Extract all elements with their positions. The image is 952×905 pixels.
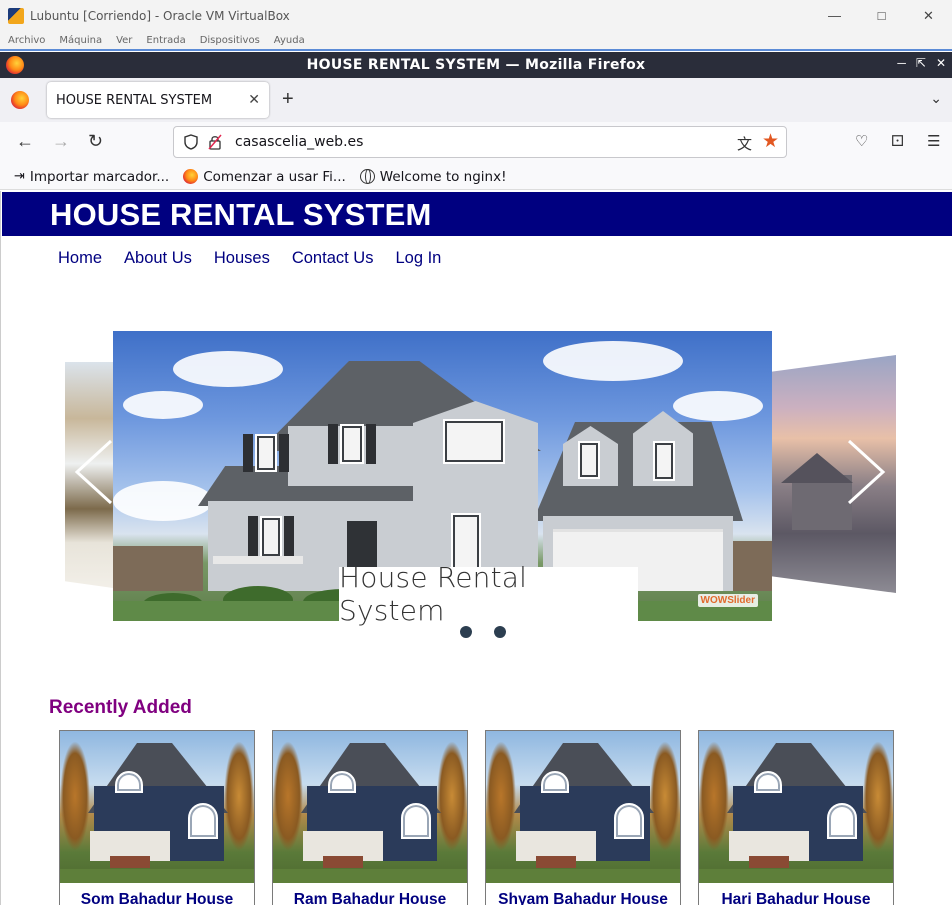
slider-bullet-1[interactable] xyxy=(460,626,472,638)
image-slider: WOWSlider House Rental System xyxy=(65,329,897,638)
bookmarks-toolbar: ⇥ Importar marcador... Comenzar a usar F… xyxy=(0,164,952,190)
nav-link-about[interactable]: About Us xyxy=(124,249,192,268)
slider-bullet-2[interactable] xyxy=(494,626,506,638)
firefox-navbar: ← → ↻ casascelia_web.es 文 ★ ♡ ⚀ ☰ xyxy=(0,122,952,164)
house-photo xyxy=(699,731,893,883)
menu-hamburger-icon[interactable]: ☰ xyxy=(927,132,940,150)
page-content: HOUSE RENTAL SYSTEM Home About Us Houses… xyxy=(0,191,952,905)
slide-caption-text: House Rental System xyxy=(339,561,528,627)
slider-next-arrow-icon[interactable] xyxy=(845,437,889,507)
minimize-icon[interactable]: — xyxy=(811,0,858,31)
bookmark-import[interactable]: ⇥ Importar marcador... xyxy=(14,169,169,185)
house-name[interactable]: Ram Bahadur House xyxy=(273,891,467,905)
tab-title: HOUSE RENTAL SYSTEM xyxy=(56,92,213,108)
nav-link-login[interactable]: Log In xyxy=(395,249,441,268)
site-header: HOUSE RENTAL SYSTEM xyxy=(2,192,952,236)
minimize-icon[interactable]: ─ xyxy=(897,56,906,70)
restore-icon[interactable]: ⇱ xyxy=(916,56,926,70)
back-icon[interactable]: ← xyxy=(16,131,34,152)
close-icon[interactable]: ✕ xyxy=(905,0,952,31)
vbox-menu-dispositivos[interactable]: Dispositivos xyxy=(200,35,260,46)
firefox-window-title: HOUSE RENTAL SYSTEM — Mozilla Firefox xyxy=(306,57,646,73)
recently-added-heading: Recently Added xyxy=(49,697,192,718)
vbox-menu-archivo[interactable]: Archivo xyxy=(8,35,45,46)
firefox-window-controls: ─ ⇱ ✕ xyxy=(897,56,946,70)
extensions-icon[interactable]: ⚀ xyxy=(891,132,904,150)
bookmark-nginx[interactable]: Welcome to nginx! xyxy=(359,168,507,185)
firefox-tabbar: HOUSE RENTAL SYSTEM ✕ + ⌄ xyxy=(0,78,952,122)
reload-icon[interactable]: ↻ xyxy=(88,131,103,152)
house-name[interactable]: Som Bahadur House xyxy=(60,891,254,905)
house-card[interactable]: Ram Bahadur House xyxy=(272,730,468,905)
house-name[interactable]: Shyam Bahadur House xyxy=(486,891,680,905)
house-card[interactable]: Som Bahadur House xyxy=(59,730,255,905)
vbox-window-title: Lubuntu [Corriendo] - Oracle VM VirtualB… xyxy=(30,8,290,23)
house-photo xyxy=(273,731,467,883)
virtualbox-icon xyxy=(8,7,24,24)
nav-link-home[interactable]: Home xyxy=(58,249,102,268)
house-name[interactable]: Hari Bahadur House xyxy=(699,891,893,905)
tab-house-rental[interactable]: HOUSE RENTAL SYSTEM ✕ xyxy=(47,82,269,118)
import-icon: ⇥ xyxy=(14,169,25,184)
firefox-icon xyxy=(183,169,199,184)
insecure-lock-icon[interactable] xyxy=(208,134,222,150)
wowslider-watermark: WOWSlider xyxy=(697,594,758,607)
bookmark-star-icon[interactable]: ★ xyxy=(762,130,779,153)
nav-link-contact[interactable]: Contact Us xyxy=(292,249,374,268)
recent-houses-list: Som Bahadur House Ram Bahadur House Shya… xyxy=(59,730,911,905)
tab-list-chevron-icon[interactable]: ⌄ xyxy=(930,90,942,107)
bookmark-nginx-label: Welcome to nginx! xyxy=(379,168,507,185)
vbox-menu-ver[interactable]: Ver xyxy=(116,35,132,46)
translate-icon[interactable]: 文 xyxy=(737,133,752,154)
firefox-logo-icon xyxy=(6,56,24,74)
globe-icon xyxy=(359,169,375,184)
slider-bullets xyxy=(460,626,506,638)
site-title: HOUSE RENTAL SYSTEM xyxy=(50,197,432,232)
house-photo xyxy=(486,731,680,883)
vbox-window-controls: — □ ✕ xyxy=(811,0,952,31)
forward-icon[interactable]: → xyxy=(52,131,70,152)
new-tab-icon[interactable]: + xyxy=(282,88,294,111)
vbox-menu-ayuda[interactable]: Ayuda xyxy=(274,35,305,46)
nav-link-houses[interactable]: Houses xyxy=(214,249,270,268)
vbox-menu-entrada[interactable]: Entrada xyxy=(146,35,185,46)
vbox-menubar: Archivo Máquina Ver Entrada Dispositivos… xyxy=(0,31,952,51)
bookmark-getting-started-label: Comenzar a usar Fi... xyxy=(203,168,346,185)
vbox-menu-maquina[interactable]: Máquina xyxy=(59,35,102,46)
bookmark-getting-started[interactable]: Comenzar a usar Fi... xyxy=(183,169,346,185)
maximize-icon[interactable]: □ xyxy=(858,0,905,31)
tracking-shield-icon[interactable] xyxy=(184,134,198,150)
vbox-titlebar: Lubuntu [Corriendo] - Oracle VM VirtualB… xyxy=(0,0,952,31)
close-icon[interactable]: ✕ xyxy=(936,56,946,70)
site-nav: Home About Us Houses Contact Us Log In xyxy=(58,249,463,268)
firefox-view-icon[interactable] xyxy=(11,91,29,109)
url-bar[interactable]: casascelia_web.es 文 ★ xyxy=(173,126,787,158)
bookmark-import-label: Importar marcador... xyxy=(29,168,170,185)
slider-prev-arrow-icon[interactable] xyxy=(71,437,115,507)
slide-caption: House Rental System xyxy=(339,561,638,627)
firefox-titlebar: HOUSE RENTAL SYSTEM — Mozilla Firefox ─ … xyxy=(0,52,952,78)
url-text[interactable]: casascelia_web.es xyxy=(235,134,363,150)
pocket-icon[interactable]: ♡ xyxy=(855,132,868,150)
house-card[interactable]: Shyam Bahadur House xyxy=(485,730,681,905)
house-card[interactable]: Hari Bahadur House xyxy=(698,730,894,905)
house-photo xyxy=(60,731,254,883)
tab-close-icon[interactable]: ✕ xyxy=(248,91,260,108)
